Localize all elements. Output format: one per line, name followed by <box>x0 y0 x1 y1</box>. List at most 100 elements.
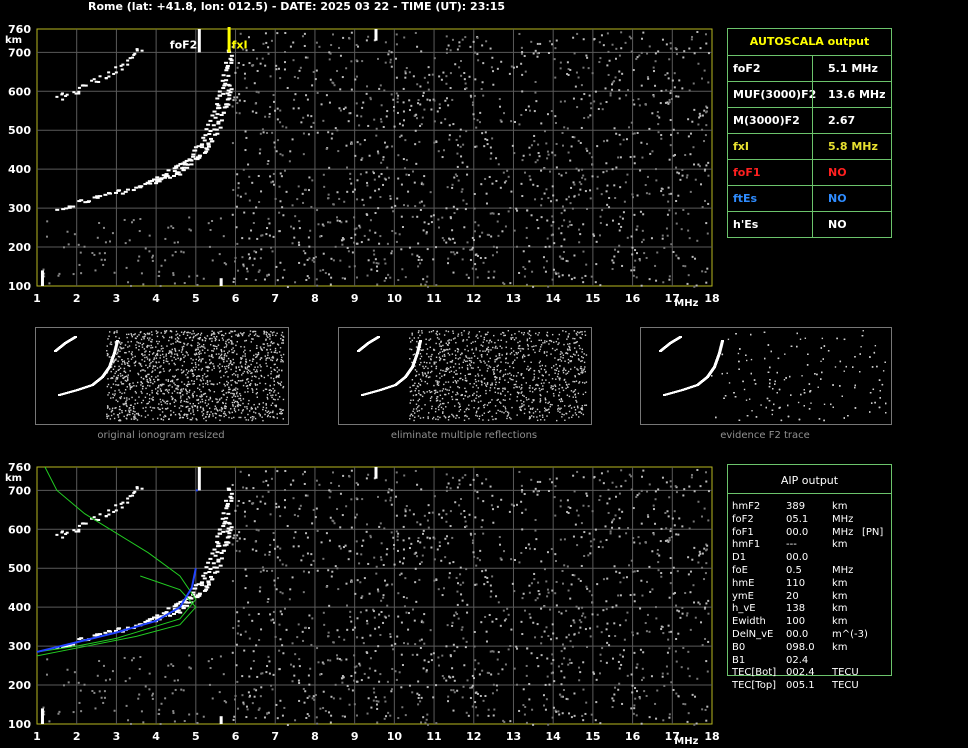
noise-dot <box>596 175 599 178</box>
trace-echo <box>193 149 198 152</box>
thumb-noise <box>277 381 279 384</box>
thumb-noise <box>235 367 238 369</box>
noise-dot <box>236 96 239 99</box>
thumb-noise <box>215 353 218 355</box>
noise-dot <box>422 91 425 94</box>
thumb-noise <box>528 417 531 420</box>
thumb-noise <box>111 407 114 409</box>
noise-dot <box>534 91 537 94</box>
thumb-noise <box>247 372 249 374</box>
noise-dot <box>583 116 586 119</box>
noise-dot <box>389 276 392 279</box>
thumb-noise <box>164 389 167 391</box>
trace-echo <box>155 176 160 179</box>
thumb-noise <box>480 361 482 363</box>
thumb-noise <box>535 345 537 347</box>
thumb-noise <box>492 369 494 371</box>
noise-dot <box>407 190 410 193</box>
thumb-noise <box>509 416 511 419</box>
noise-dot <box>208 245 211 248</box>
noise-dot <box>646 52 649 55</box>
noise-dot <box>237 62 240 65</box>
thumb-noise <box>166 390 169 392</box>
noise-dot <box>614 248 617 251</box>
thumb-noise <box>445 381 447 383</box>
noise-dot <box>503 181 506 184</box>
thumb-noise <box>179 341 182 344</box>
thumb-noise <box>138 349 140 351</box>
thumb-noise <box>456 348 459 350</box>
noise-dot <box>245 278 248 281</box>
thumb-noise <box>518 345 520 347</box>
ionogram-top: 760700600500400300200100km1 2 3 4 5 6 7 8 9 10 11 1… <box>5 23 720 309</box>
thumb-noise <box>413 408 415 410</box>
thumb-noise <box>557 358 560 361</box>
thumb-noise <box>482 341 485 343</box>
thumb-noise <box>106 415 108 418</box>
noise-dot <box>245 86 248 89</box>
noise-dot <box>58 272 61 275</box>
noise-dot <box>507 210 510 213</box>
trace-echo <box>221 92 226 95</box>
noise-dot <box>239 32 242 35</box>
noise-dot <box>589 102 592 105</box>
trace-echo <box>221 111 226 114</box>
thumb-noise <box>146 332 149 335</box>
thumb-noise <box>233 401 235 404</box>
y-tick-label: 500 <box>8 124 31 137</box>
noise-dot <box>372 261 375 264</box>
thumb-noise <box>574 347 576 349</box>
noise-dot <box>482 94 485 97</box>
noise-dot <box>483 145 486 148</box>
thumb-noise <box>578 344 580 347</box>
thumb-noise <box>161 407 164 410</box>
noise-dot <box>580 84 583 87</box>
thumb-noise <box>513 387 515 389</box>
thumb-noise <box>563 343 565 346</box>
thumb-noise <box>763 331 766 334</box>
thumb-noise <box>121 363 123 365</box>
noise-dot <box>367 124 370 127</box>
thumb-noise <box>126 405 128 408</box>
noise-dot <box>567 151 570 154</box>
noise-dot <box>565 198 568 201</box>
thumb-noise <box>766 397 769 400</box>
thumb-noise <box>852 366 854 368</box>
thumb-noise <box>117 350 119 352</box>
thumb-noise <box>168 389 170 391</box>
noise-dot <box>622 211 625 214</box>
thumb-noise <box>236 382 238 384</box>
noise-dot <box>461 188 464 191</box>
noise-dot <box>331 81 334 84</box>
noise-dot <box>631 196 634 199</box>
noise-dot <box>633 269 636 272</box>
thumb-noise <box>177 368 179 371</box>
thumb-noise <box>204 399 207 402</box>
thumb-noise <box>196 334 198 336</box>
trace-echo <box>201 136 206 139</box>
thumb-noise <box>225 414 227 417</box>
thumb-noise <box>750 372 753 375</box>
trace-echo <box>154 182 159 185</box>
noise-dot <box>308 176 311 179</box>
thumb-noise <box>450 339 452 341</box>
thumb-noise <box>256 369 258 371</box>
thumb-noise <box>141 388 144 390</box>
thumb-noise <box>178 341 180 343</box>
thumb-noise <box>555 378 557 380</box>
thumb-noise <box>461 394 463 396</box>
noise-dot <box>577 76 580 79</box>
thumb-noise <box>434 392 436 395</box>
thumb-noise <box>455 398 457 401</box>
noise-dot <box>509 282 512 285</box>
thumb-noise <box>230 379 232 382</box>
noise-dot <box>703 140 706 143</box>
thumb-noise <box>224 332 227 335</box>
noise-dot <box>699 47 702 50</box>
noise-dot <box>310 115 313 118</box>
noise-dot <box>484 256 487 259</box>
noise-dot <box>256 237 259 240</box>
trace-echo <box>77 86 81 89</box>
thumb-noise <box>131 354 133 356</box>
noise-dot <box>558 275 561 278</box>
